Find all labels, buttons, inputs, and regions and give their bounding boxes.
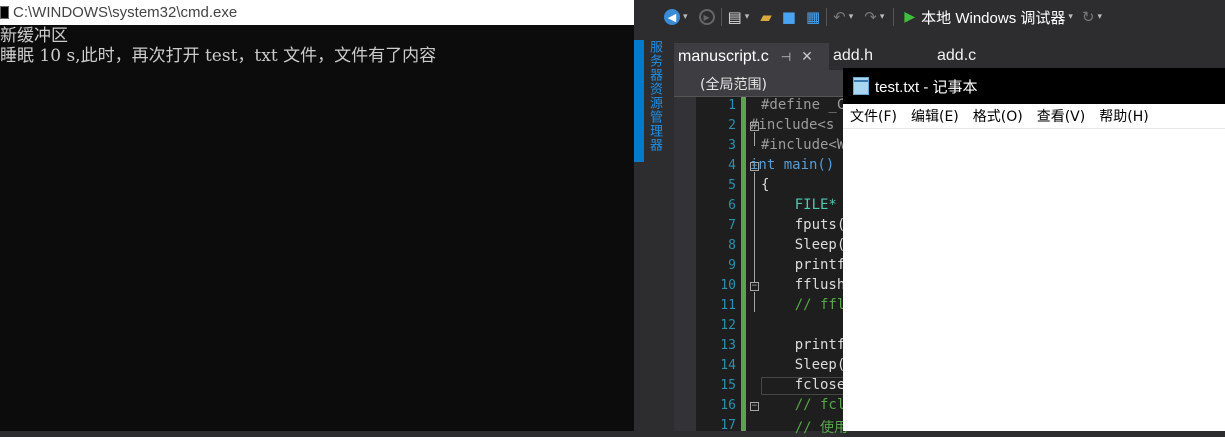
code-line: { <box>761 177 770 193</box>
menu-help[interactable]: 帮助(H) <box>1099 106 1148 126</box>
line-number: 9 <box>728 258 736 273</box>
code-line: printf <box>761 257 846 273</box>
code-line: Sleep( <box>761 357 846 373</box>
line-number: 2 <box>728 118 736 133</box>
toolbar-separator <box>826 8 828 26</box>
line-number: 5 <box>728 178 736 193</box>
notepad-menubar: 文件(F) 编辑(E) 格式(O) 查看(V) 帮助(H) <box>843 104 1225 129</box>
notepad-title: test.txt - 记事本 <box>875 78 978 96</box>
refresh-icon[interactable]: ↻ <box>1082 6 1095 28</box>
chevron-down-icon[interactable]: ▾ <box>1097 12 1102 22</box>
line-number: 4 <box>728 158 736 173</box>
code-line: // fcl <box>761 397 846 413</box>
chevron-down-icon[interactable]: ▾ <box>683 12 688 22</box>
menu-format[interactable]: 格式(O) <box>973 106 1023 126</box>
toolbar-separator <box>720 8 722 26</box>
cmd-window: C:\WINDOWS\system32\cmd.exe 新缓冲区 睡眠 10 s,… <box>0 0 634 431</box>
line-number: 6 <box>728 198 736 213</box>
open-file-icon[interactable]: ▰ <box>760 6 772 28</box>
close-icon[interactable]: ✕ <box>801 49 813 65</box>
toolbar-separator <box>893 8 895 26</box>
tab-label: manuscript.c <box>678 47 769 65</box>
cmd-line: 新缓冲区 <box>0 26 68 46</box>
navigate-forward-icon[interactable]: ▶ <box>698 9 715 25</box>
line-number: 7 <box>728 218 736 233</box>
code-line: fputs( <box>761 217 846 233</box>
fold-guide <box>754 132 755 146</box>
notepad-window: test.txt - 记事本 文件(F) 编辑(E) 格式(O) 查看(V) 帮… <box>843 68 1225 431</box>
undo-icon[interactable]: ↶ <box>833 6 846 28</box>
fold-toggle-icon[interactable]: − <box>750 282 759 291</box>
code-line: #include<W <box>761 137 846 153</box>
editor-tab-bar: manuscript.c ⊣ ✕ add.h add.c <box>674 43 1225 70</box>
notepad-text-area[interactable] <box>843 129 1225 431</box>
line-number: 15 <box>720 378 736 393</box>
code-line: // 使用 <box>761 420 849 436</box>
editor-margin <box>674 97 696 431</box>
notepad-icon <box>853 77 869 95</box>
code-line: fflush <box>761 277 846 293</box>
save-all-icon[interactable]: ▦ <box>806 6 820 28</box>
notepad-titlebar[interactable]: test.txt - 记事本 <box>843 68 1225 104</box>
cmd-titlebar[interactable]: C:\WINDOWS\system32\cmd.exe <box>0 0 634 25</box>
tab-manuscript-c[interactable]: manuscript.c ⊣ ✕ <box>674 43 829 70</box>
menu-view[interactable]: 查看(V) <box>1037 106 1086 126</box>
chevron-down-icon[interactable]: ▾ <box>849 12 854 22</box>
line-number: 3 <box>728 138 736 153</box>
server-explorer-tab[interactable]: 服务器资源管理器 <box>646 40 664 152</box>
menu-edit[interactable]: 编辑(E) <box>911 106 959 126</box>
line-number: 8 <box>728 238 736 253</box>
cmd-title: C:\WINDOWS\system32\cmd.exe <box>13 4 238 21</box>
new-project-icon[interactable]: ▤ <box>728 6 742 28</box>
redo-icon[interactable]: ↷ <box>864 6 877 28</box>
code-line: #include<s <box>750 117 835 133</box>
line-number: 14 <box>720 358 736 373</box>
save-icon[interactable]: ■ <box>782 6 796 28</box>
line-number: 12 <box>720 318 736 333</box>
code-line: #define _C <box>761 97 846 113</box>
code-line: Sleep( <box>761 237 846 253</box>
scope-label: (全局范围) <box>700 77 767 93</box>
code-line: int main() <box>750 157 835 173</box>
start-debug-button[interactable]: 本地 Windows 调试器 <box>921 7 1065 28</box>
fold-toggle-icon[interactable]: − <box>750 402 759 411</box>
change-tracking-bar <box>741 97 746 431</box>
chevron-down-icon[interactable]: ▾ <box>880 12 885 22</box>
chevron-down-icon[interactable]: ▾ <box>745 12 750 22</box>
navigate-back-icon[interactable]: ◀ <box>664 9 680 25</box>
cmd-output: 新缓冲区 睡眠 10 s,此时，再次打开 test，txt 文件，文件有了内容 <box>0 26 436 66</box>
line-number: 1 <box>728 98 736 113</box>
line-number: 11 <box>720 298 736 313</box>
code-line: printf <box>761 337 846 353</box>
menu-file[interactable]: 文件(F) <box>850 106 897 126</box>
vs-toolbar: ◀ ▾ ▶ ▤ ▾ ▰ ■ ▦ ↶ ▾ ↷ ▾ ▶ 本地 Windows 调试器… <box>634 0 1225 34</box>
line-number: 13 <box>720 338 736 353</box>
start-debug-icon[interactable]: ▶ <box>904 6 915 28</box>
code-line: FILE* <box>761 197 837 213</box>
code-line: // ffl <box>761 297 846 313</box>
tab-add-c[interactable]: add.c <box>937 47 976 65</box>
side-panel-accent <box>634 40 644 162</box>
fold-guide <box>754 292 755 312</box>
line-number: 16 <box>720 398 736 413</box>
line-number: 10 <box>720 278 736 293</box>
tab-add-h[interactable]: add.h <box>833 47 873 65</box>
pin-icon[interactable]: ⊣ <box>781 50 791 64</box>
cmd-line: 睡眠 10 s,此时，再次打开 test，txt 文件，文件有了内容 <box>0 46 437 66</box>
fold-guide <box>754 172 755 282</box>
chevron-down-icon[interactable]: ▾ <box>1068 12 1073 22</box>
console-icon <box>0 6 9 19</box>
code-line: fclose <box>761 377 846 393</box>
